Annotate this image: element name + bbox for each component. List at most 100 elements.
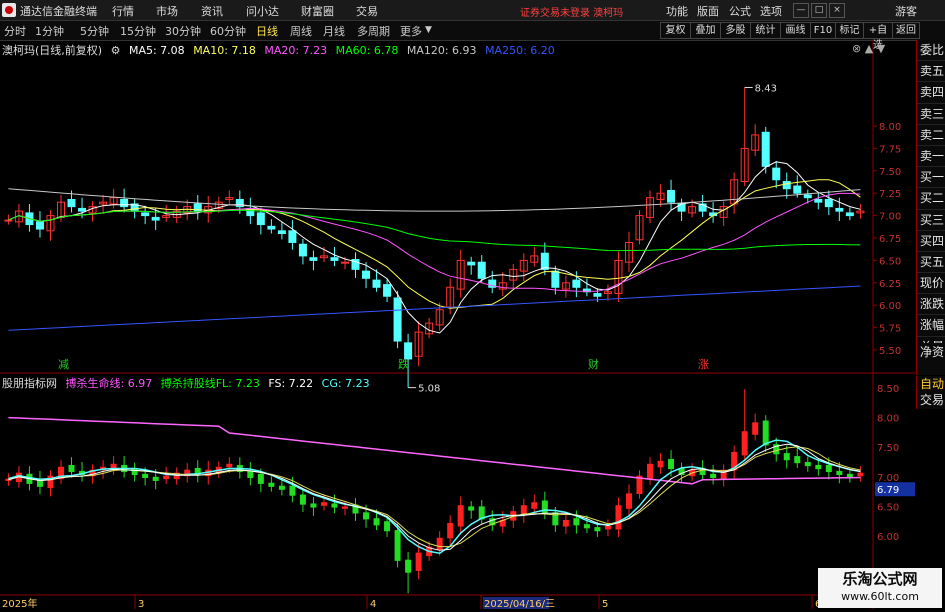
menu-formula[interactable]: 公式 (729, 3, 751, 19)
sub-candle-body (647, 463, 654, 480)
login-alert[interactable]: 证券交易未登录 澳柯玛 (520, 4, 623, 19)
guest-label[interactable]: 游客 (895, 3, 917, 19)
menu-trade[interactable]: 交易 (356, 3, 378, 19)
side-netasset[interactable]: 净资 (917, 343, 945, 361)
candle-body (572, 279, 581, 288)
maximize-icon[interactable]: □ (811, 3, 827, 18)
sub-candle-body (299, 494, 306, 505)
tf-daily[interactable]: 日线 (256, 23, 278, 39)
side-sell1[interactable]: 卖一 (917, 146, 945, 168)
candle-body (467, 261, 476, 266)
candle-body (298, 243, 307, 257)
candle-body (824, 198, 833, 208)
btn-draw[interactable]: 画线 (780, 22, 811, 39)
candle-body (288, 230, 297, 243)
candle-body (477, 261, 486, 279)
sub-candle-body (457, 505, 464, 527)
btn-back[interactable]: 返回 (892, 22, 920, 39)
menu-ask[interactable]: 问小达 (246, 3, 279, 19)
menu-layout[interactable]: 版面 (697, 3, 719, 19)
sub-tick-label: 8.50 (877, 384, 899, 395)
date-tick-label: 2025年 (2, 597, 37, 609)
price-tick-label: 5.50 (879, 346, 901, 357)
price-tick-label: 7.25 (879, 189, 901, 200)
candle-body (383, 284, 392, 297)
side-auto[interactable]: 自动 (917, 376, 945, 392)
side-buy2[interactable]: 买二 (917, 188, 945, 210)
sub-candle-body (152, 476, 159, 481)
sub-candle-body (573, 518, 580, 526)
minimize-icon[interactable]: — (793, 3, 809, 18)
menu-options[interactable]: 选项 (760, 3, 782, 19)
menu-function[interactable]: 功能 (666, 3, 688, 19)
sub-candle-body (625, 493, 632, 509)
ma250-line (8, 285, 861, 331)
tf-monthly[interactable]: 月线 (323, 23, 345, 39)
settings-gear-icon[interactable]: ⚙ (111, 44, 121, 57)
btn-stats[interactable]: 统计 (750, 22, 781, 39)
btn-overlay[interactable]: 叠加 (690, 22, 721, 39)
close-panel-icon[interactable]: ⊗ (852, 42, 861, 55)
tf-timeshare[interactable]: 分时 (4, 23, 26, 39)
kline-chart[interactable]: 8.00 7.75 7.50 7.25 7.00 6.75 6.50 6.25 6.00 5.75… (0, 40, 945, 610)
candle-body (593, 293, 602, 297)
date-tick-label: 4 (370, 599, 376, 609)
btn-f10[interactable]: F10 (810, 22, 836, 39)
sub-candle-body (226, 463, 233, 468)
price-tick-label: 6.75 (879, 234, 901, 245)
close-icon[interactable]: × (829, 3, 845, 18)
auto-trade-panel[interactable]: 自动 交易 (916, 376, 945, 409)
sub-tick-label: 6.00 (877, 532, 899, 543)
kline-chart-area[interactable]: 8.00 7.75 7.50 7.25 7.00 6.75 6.50 6.25 6.00 5.75… (0, 40, 945, 610)
main-legend: 澳柯玛(日线,前复权) ⚙ MA5: 7.08 MA10: 7.18 MA20:… (2, 42, 560, 58)
sub-candle-body (68, 464, 75, 473)
menu-market[interactable]: 市场 (156, 3, 178, 19)
side-trade[interactable]: 交易 (917, 392, 945, 408)
btn-fuquan[interactable]: 复权 (660, 22, 691, 39)
btn-add-favorite[interactable]: +自选 (863, 22, 893, 51)
side-weibi[interactable]: 委比 (917, 40, 945, 62)
menu-news[interactable]: 资讯 (201, 3, 223, 19)
watermark: 乐淘公式网 www.60lt.com (818, 568, 942, 608)
panel-controls[interactable]: ⊗ ▲ ▼ (852, 42, 885, 55)
menu-quotes[interactable]: 行情 (112, 3, 134, 19)
price-tick-label: 7.50 (879, 167, 901, 178)
tf-multi[interactable]: 多周期 (357, 23, 390, 39)
tf-weekly[interactable]: 周线 (290, 23, 312, 39)
side-sell3[interactable]: 卖三 (917, 104, 945, 125)
candle-body (835, 207, 844, 212)
expand-up-icon[interactable]: ▲ (865, 42, 873, 55)
expand-down-icon[interactable]: ▼ (877, 42, 885, 55)
quote-side-panel[interactable]: 委比 卖五 卖四 卖三 卖二 卖一 买一 买二 买三 买四 买五 现价 涨跌 涨… (916, 40, 945, 401)
sub-candle-body (857, 472, 864, 477)
side-change-pct[interactable]: 涨幅 (917, 315, 945, 337)
tf-more[interactable]: 更多 (400, 23, 422, 39)
side-buy1[interactable]: 买一 (917, 167, 945, 189)
price-tick-label: 5.75 (879, 324, 901, 335)
btn-multi-stock[interactable]: 多股 (720, 22, 751, 39)
candle-body (793, 185, 802, 194)
side-sell5[interactable]: 卖五 (917, 61, 945, 83)
candle-body (761, 131, 770, 167)
tf-60min[interactable]: 60分钟 (210, 23, 246, 39)
tf-30min[interactable]: 30分钟 (165, 23, 201, 39)
side-buy5[interactable]: 买五 (917, 252, 945, 274)
chevron-down-icon[interactable]: ▼ (425, 25, 432, 35)
side-price[interactable]: 现价 (917, 273, 945, 295)
tf-1min[interactable]: 1分钟 (35, 23, 64, 39)
tf-15min[interactable]: 15分钟 (120, 23, 156, 39)
side-change[interactable]: 涨跌 (917, 294, 945, 316)
side-buy4[interactable]: 买四 (917, 231, 945, 252)
side-sell4[interactable]: 卖四 (917, 82, 945, 104)
price-marker: 6.79 (877, 485, 899, 496)
sub-candle-body (247, 470, 254, 478)
btn-mark[interactable]: 标记 (835, 22, 864, 39)
side-sell2[interactable]: 卖二 (917, 125, 945, 146)
menu-bar: 通达信金融终端 行情 市场 资讯 问小达 财富圈 交易 证券交易未登录 澳柯玛 … (0, 0, 945, 21)
tf-5min[interactable]: 5分钟 (80, 23, 109, 39)
price-tick-label: 6.50 (879, 256, 901, 267)
candle-body (309, 257, 318, 261)
sub-candle-body (762, 420, 769, 446)
side-buy3[interactable]: 买三 (917, 210, 945, 231)
menu-wealth[interactable]: 财富圈 (301, 3, 334, 19)
